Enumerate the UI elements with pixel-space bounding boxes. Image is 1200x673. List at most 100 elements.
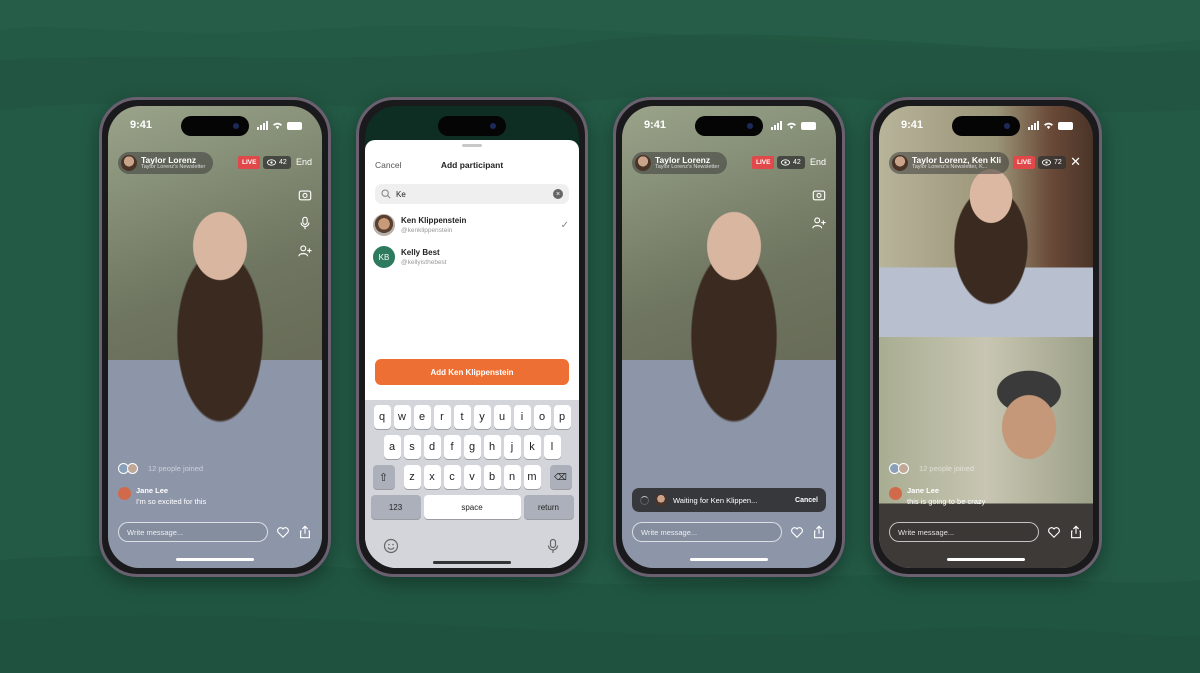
add-person-icon[interactable] [812,216,826,230]
numbers-key[interactable]: 123 [370,495,421,519]
key-x[interactable]: x [423,465,441,489]
key-t[interactable]: t [453,405,471,429]
share-button[interactable] [298,525,312,539]
message-input[interactable] [889,522,1039,542]
host-pill[interactable]: Taylor Lorenz Taylor Lorenz's Newsletter [632,152,728,174]
live-badge: LIVE [238,156,261,169]
clear-search-icon[interactable]: × [553,189,563,199]
result-ken-klippenstein[interactable]: Ken Klippenstein @kenklippenstein ✓ [373,212,569,238]
chat-comment: Jane Lee I'm so excited for this [118,486,206,506]
share-button[interactable] [812,525,826,539]
battery-icon [287,121,302,130]
host-name: Taylor Lorenz [141,154,197,165]
key-w[interactable]: w [393,405,411,429]
key-r[interactable]: r [433,405,451,429]
key-u[interactable]: u [493,405,511,429]
dictation-mic-icon[interactable] [545,538,561,554]
screen: 9:41 Taylor Lorenz, Ken Kli Taylor Loren… [879,106,1093,568]
microphone-icon[interactable] [298,216,312,230]
home-indicator [433,561,511,564]
space-key[interactable]: space [423,495,521,519]
status-time: 9:41 [901,119,924,131]
key-g[interactable]: g [463,435,481,459]
end-button[interactable]: End [810,157,826,167]
viewer-count-badge: 72 [1038,156,1066,169]
like-button[interactable] [276,525,290,539]
close-button[interactable]: ✕ [1070,154,1081,170]
cellular-signal-icon [771,121,782,130]
share-button[interactable] [1069,525,1083,539]
key-k[interactable]: k [523,435,541,459]
dynamic-island [438,116,506,136]
key-s[interactable]: s [403,435,421,459]
key-i[interactable]: i [513,405,531,429]
commenter-name: Jane Lee [907,486,940,495]
host-subtitle: Taylor Lorenz's Newsletter, K... [912,164,988,170]
key-a[interactable]: a [383,435,401,459]
emoji-icon[interactable] [383,538,399,554]
key-n[interactable]: n [503,465,521,489]
key-z[interactable]: z [403,465,421,489]
wifi-icon [273,122,282,130]
key-m[interactable]: m [523,465,541,489]
host-pill[interactable]: Taylor Lorenz Taylor Lorenz's Newsletter [118,152,214,174]
host-video-top [879,106,1093,337]
key-l[interactable]: l [543,435,561,459]
joined-indicator: 12 people joined [889,463,974,474]
eye-icon [781,159,790,166]
screen: 9:41 Taylor Lorenz Taylor Lorenz's Newsl… [108,106,322,568]
heart-icon [277,527,289,539]
key-e[interactable]: e [413,405,431,429]
host-pill[interactable]: Taylor Lorenz, Ken Kli Taylor Lorenz's N… [889,152,1010,174]
result-handle: @kenklippenstein [401,227,453,234]
end-button[interactable]: End [296,157,312,167]
search-field[interactable]: × [375,184,569,204]
key-d[interactable]: d [423,435,441,459]
host-avatar [635,155,651,171]
return-key[interactable]: return [523,495,574,519]
key-v[interactable]: v [463,465,481,489]
key-b[interactable]: b [483,465,501,489]
cancel-invite-button[interactable]: Cancel [795,497,818,504]
screen: 9:41 Taylor Lorenz Taylor Lorenz's Newsl… [622,106,836,568]
key-f[interactable]: f [443,435,461,459]
key-p[interactable]: p [553,405,571,429]
add-participant-button[interactable]: Add Ken Klippenstein [375,359,569,385]
joined-indicator: 12 people joined [118,463,203,474]
joined-text: 12 people joined [919,464,975,473]
flip-camera-icon[interactable] [298,188,312,202]
shift-key[interactable]: ⇧ [372,465,395,489]
search-input[interactable] [396,189,548,199]
cellular-signal-icon [257,121,268,130]
status-time: 9:41 [644,119,667,131]
dynamic-island [695,116,763,136]
checkmark-icon: ✓ [560,219,569,231]
result-kelly-best[interactable]: KB Kelly Best @kellyisthebest [373,244,569,270]
viewer-count: 72 [1054,159,1062,166]
like-button[interactable] [1047,525,1061,539]
comment-text: this is going to be crazy [907,497,986,506]
key-o[interactable]: o [533,405,551,429]
comment-text: I'm so excited for this [136,497,207,506]
phone-add-participant: Cancel Add participant × Ken Klippenstei… [356,97,588,577]
result-handle: @kellyisthebest [401,259,447,266]
viewer-avatar [898,463,909,474]
host-avatar [121,155,137,171]
key-c[interactable]: c [443,465,461,489]
message-input[interactable] [118,522,268,542]
flip-camera-icon[interactable] [812,188,826,202]
sheet-grabber[interactable] [462,144,482,147]
cancel-button[interactable]: Cancel [375,160,401,170]
delete-key[interactable]: ⌫ [549,465,572,489]
key-q[interactable]: q [373,405,391,429]
message-input[interactable] [632,522,782,542]
key-y[interactable]: y [473,405,491,429]
key-j[interactable]: j [503,435,521,459]
commenter-name: Jane Lee [136,486,169,495]
phone-split-screen: 9:41 Taylor Lorenz, Ken Kli Taylor Loren… [870,97,1102,577]
key-h[interactable]: h [483,435,501,459]
commenter-avatar [889,487,902,500]
add-person-icon[interactable] [298,244,312,258]
home-indicator [947,558,1025,561]
like-button[interactable] [790,525,804,539]
